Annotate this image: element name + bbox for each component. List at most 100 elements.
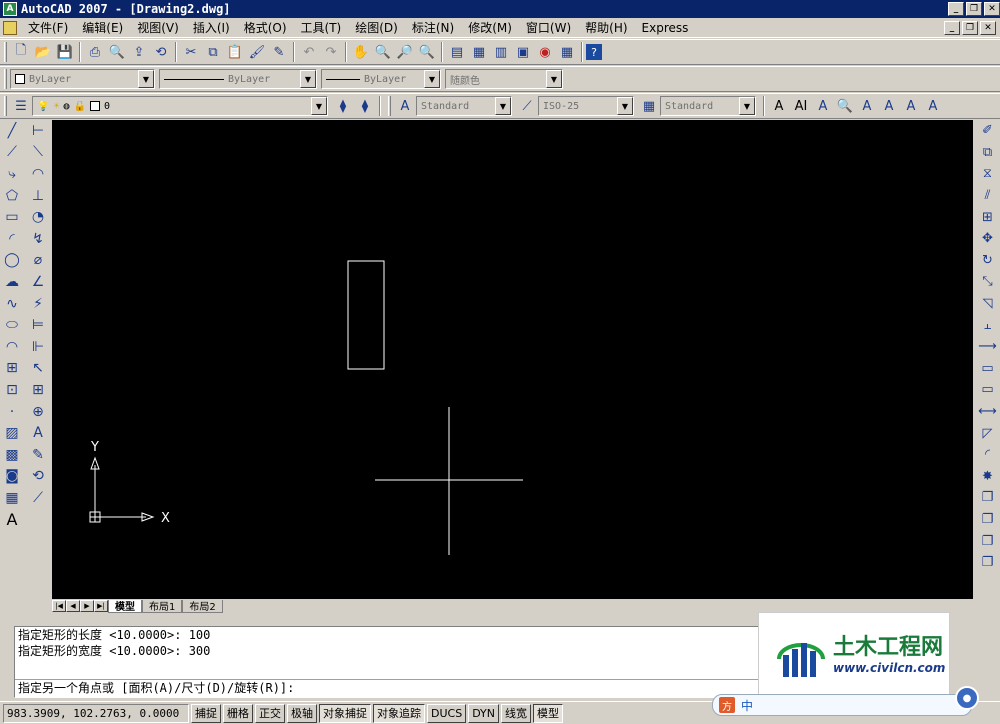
table-style-combo[interactable]: Standard ▼ xyxy=(660,96,756,116)
linear-dimension-icon[interactable]: ⊢ xyxy=(27,120,49,142)
first-tab-icon[interactable]: |◀ xyxy=(52,600,66,612)
next-tab-icon[interactable]: ▶ xyxy=(80,600,94,612)
break-at-point-icon[interactable]: ▭ xyxy=(977,358,999,380)
menu-dimension[interactable]: 标注(N) xyxy=(405,19,461,36)
restore-button[interactable]: ❐ xyxy=(966,2,982,16)
grid-button[interactable]: 栅格 xyxy=(223,703,253,723)
copy-icon[interactable]: ⧉ xyxy=(202,41,224,63)
chevron-down-icon[interactable]: ▼ xyxy=(546,70,562,88)
text-style-icon[interactable]: A xyxy=(394,95,416,117)
make-object-layer-current-icon[interactable]: ⧫ xyxy=(332,95,354,117)
osnap-button[interactable]: 对象捕捉 xyxy=(319,703,371,723)
cut-icon[interactable]: ✂ xyxy=(180,41,202,63)
layer-combo[interactable]: 💡 ☀ ◍ 🔓 0 ▼ xyxy=(32,96,328,116)
last-tab-icon[interactable]: ▶| xyxy=(94,600,108,612)
layer-previous-icon[interactable]: ⧫ xyxy=(354,95,376,117)
copy-object-icon[interactable]: ⧉ xyxy=(977,142,999,164)
ellipse-arc-icon[interactable]: ◠ xyxy=(1,336,23,358)
chevron-down-icon[interactable]: ▼ xyxy=(138,70,154,88)
erase-icon[interactable]: ✐ xyxy=(977,120,999,142)
text-style-manager-icon[interactable]: A xyxy=(878,95,900,117)
properties-icon[interactable]: ▤ xyxy=(446,41,468,63)
table-icon[interactable]: ▦ xyxy=(1,487,23,509)
dimension-style-manager-icon[interactable]: ⟋ xyxy=(27,487,49,509)
menu-insert[interactable]: 插入(I) xyxy=(186,19,237,36)
snap-button[interactable]: 捕捉 xyxy=(191,703,221,723)
ducs-button[interactable]: DUCS xyxy=(427,703,467,723)
dimension-update-icon[interactable]: ⟲ xyxy=(27,466,49,488)
circle-icon[interactable]: ◯ xyxy=(1,250,23,272)
center-mark-icon[interactable]: ⊕ xyxy=(27,401,49,423)
ellipse-icon[interactable]: ⬭ xyxy=(1,314,23,336)
draworder-front-icon[interactable]: ❐ xyxy=(977,487,999,509)
justify-text-icon[interactable]: A xyxy=(922,95,944,117)
spline-icon[interactable]: ∿ xyxy=(1,293,23,315)
point-icon[interactable]: · xyxy=(1,401,23,423)
aligned-dimension-icon[interactable]: ⟍ xyxy=(27,142,49,164)
toolbar-grip[interactable] xyxy=(388,96,391,116)
hatch-icon[interactable]: ▨ xyxy=(1,422,23,444)
join-icon[interactable]: ⟷ xyxy=(977,401,999,423)
draworder-under-icon[interactable]: ❐ xyxy=(977,552,999,574)
jogged-icon[interactable]: ↯ xyxy=(27,228,49,250)
menu-edit[interactable]: 编辑(E) xyxy=(75,19,130,36)
doc-restore-button[interactable]: ❐ xyxy=(962,21,978,35)
drawing-canvas[interactable]: Y X xyxy=(52,120,973,599)
lineweight-button[interactable]: 线宽 xyxy=(501,703,532,723)
layer-manager-icon[interactable]: ☰ xyxy=(10,95,32,117)
doc-close-button[interactable]: ✕ xyxy=(980,21,996,35)
explode-icon[interactable]: ✸ xyxy=(977,466,999,488)
construction-line-icon[interactable]: ⟋ xyxy=(1,142,23,164)
draworder-above-icon[interactable]: ❐ xyxy=(977,530,999,552)
table-style-icon[interactable]: ▦ xyxy=(638,95,660,117)
fillet-icon[interactable]: ◜ xyxy=(977,444,999,466)
menu-view[interactable]: 视图(V) xyxy=(130,19,186,36)
menu-express[interactable]: Express xyxy=(635,21,696,35)
dyn-button[interactable]: DYN xyxy=(468,703,500,723)
multiline-text-icon[interactable]: A xyxy=(768,95,790,117)
menu-modify[interactable]: 修改(M) xyxy=(461,19,519,36)
menu-tools[interactable]: 工具(T) xyxy=(294,19,349,36)
lightbulb-icon[interactable]: 💡 xyxy=(37,101,49,112)
zoom-previous-icon[interactable]: 🔍 xyxy=(416,41,438,63)
region-icon[interactable]: ◙ xyxy=(1,466,23,488)
pan-icon[interactable]: ✋ xyxy=(350,41,372,63)
menu-draw[interactable]: 绘图(D) xyxy=(348,19,405,36)
new-icon[interactable]: 🗋 xyxy=(10,41,32,63)
toolbar-grip[interactable] xyxy=(4,96,7,116)
ime-logo-icon[interactable]: 方 xyxy=(719,697,735,713)
chevron-down-icon[interactable]: ▼ xyxy=(495,97,511,115)
redo-icon[interactable]: ↷ xyxy=(320,41,342,63)
move-icon[interactable]: ✥ xyxy=(977,228,999,250)
ime-mode-label[interactable]: 中 xyxy=(741,697,753,714)
autocad-app-icon[interactable]: A xyxy=(3,2,17,16)
mirror-icon[interactable]: ⧖ xyxy=(977,163,999,185)
tolerance-icon[interactable]: ⊞ xyxy=(27,379,49,401)
draworder-back-icon[interactable]: ❐ xyxy=(977,509,999,531)
chevron-down-icon[interactable]: ▼ xyxy=(424,70,440,88)
command-window[interactable]: 指定矩形的长度 <10.0000>: 100 指定矩形的宽度 <10.0000>… xyxy=(14,626,774,698)
rectangle-icon[interactable]: ▭ xyxy=(1,206,23,228)
plotstyle-combo[interactable]: 随颜色 ▼ xyxy=(445,69,563,89)
help-icon[interactable]: ? xyxy=(586,44,602,60)
break-icon[interactable]: ▭ xyxy=(977,379,999,401)
plot-preview-icon[interactable]: 🔍 xyxy=(106,41,128,63)
radius-icon[interactable]: ◔ xyxy=(27,206,49,228)
dimension-style-icon[interactable]: ⟋ xyxy=(516,95,538,117)
publish-icon[interactable]: ⇪ xyxy=(128,41,150,63)
markup-icon[interactable]: ◉ xyxy=(534,41,556,63)
revision-cloud-icon[interactable]: ☁ xyxy=(1,271,23,293)
close-button[interactable]: ✕ xyxy=(984,2,1000,16)
ordinate-icon[interactable]: ⊥ xyxy=(27,185,49,207)
tool-palettes-icon[interactable]: ▥ xyxy=(490,41,512,63)
document-icon[interactable] xyxy=(3,20,17,35)
otrack-button[interactable]: 对象追踪 xyxy=(373,703,425,723)
open-icon[interactable]: 📂 xyxy=(32,41,54,63)
stretch-icon[interactable]: ◹ xyxy=(977,293,999,315)
dimension-style-combo[interactable]: ISO-25 ▼ xyxy=(538,96,634,116)
sun-icon[interactable]: ☀ xyxy=(53,101,59,112)
dimension-edit-icon[interactable]: A xyxy=(27,422,49,444)
find-icon[interactable]: 🔍 xyxy=(834,95,856,117)
quick-leader-icon[interactable]: ↖ xyxy=(27,358,49,380)
design-center-icon[interactable]: ▦ xyxy=(468,41,490,63)
